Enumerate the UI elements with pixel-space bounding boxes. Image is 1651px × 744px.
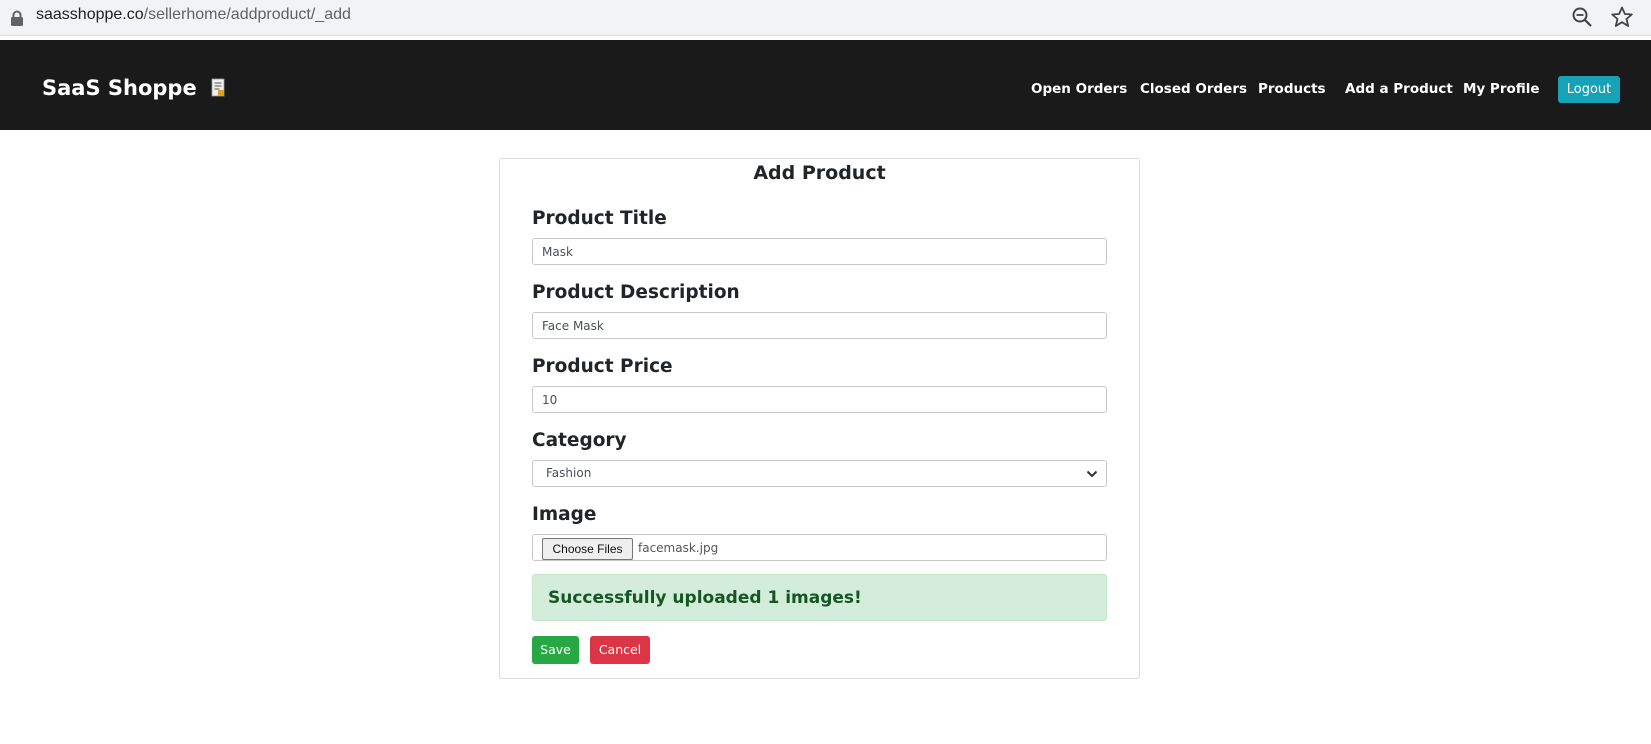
logout-button[interactable]: Logout bbox=[1558, 76, 1620, 103]
add-product-card: Add Product Product Title Product Descri… bbox=[499, 158, 1140, 679]
product-title-field[interactable] bbox=[532, 238, 1107, 265]
product-price-field[interactable] bbox=[532, 386, 1107, 413]
nav-open-orders[interactable]: Open Orders bbox=[1031, 81, 1127, 97]
save-button[interactable]: Save bbox=[532, 636, 579, 664]
success-alert: Successfully uploaded 1 images! bbox=[532, 574, 1107, 621]
image-label: Image bbox=[532, 504, 597, 525]
url-host: saasshoppe.co bbox=[36, 6, 144, 23]
product-title-input[interactable] bbox=[533, 239, 1106, 264]
zoom-out-icon[interactable] bbox=[1571, 6, 1593, 28]
product-price-input[interactable] bbox=[533, 387, 1106, 412]
category-label: Category bbox=[532, 430, 627, 451]
nav-add-a-product[interactable]: Add a Product bbox=[1345, 81, 1453, 97]
product-description-field[interactable] bbox=[532, 312, 1107, 339]
selected-file-name: facemask.jpg bbox=[638, 541, 719, 555]
product-price-label: Product Price bbox=[532, 356, 673, 377]
browser-address-bar[interactable]: saasshoppe.co/sellerhome/addproduct/_add bbox=[0, 0, 1651, 36]
product-description-label: Product Description bbox=[532, 282, 740, 303]
choose-files-button[interactable]: Choose Files bbox=[542, 538, 633, 560]
nav-my-profile[interactable]: My Profile bbox=[1463, 81, 1540, 97]
star-icon[interactable] bbox=[1610, 5, 1634, 29]
product-title-label: Product Title bbox=[532, 208, 667, 229]
lock-icon bbox=[11, 10, 23, 26]
category-selected-value: Fashion bbox=[546, 466, 592, 480]
brand-name: SaaS Shoppe bbox=[42, 76, 197, 100]
nav-closed-orders[interactable]: Closed Orders bbox=[1140, 81, 1247, 97]
receipt-icon bbox=[211, 78, 225, 97]
page-title: Add Product bbox=[753, 162, 886, 184]
category-select[interactable]: Fashion bbox=[532, 460, 1107, 487]
product-description-input[interactable] bbox=[533, 313, 1106, 338]
cancel-button[interactable]: Cancel bbox=[590, 636, 650, 664]
site-navbar: SaaS Shoppe Open Orders Closed Orders Pr… bbox=[0, 40, 1651, 130]
image-file-input[interactable]: Choose Files facemask.jpg bbox=[532, 534, 1107, 561]
chevron-down-icon bbox=[1086, 470, 1098, 478]
url-path: /sellerhome/addproduct/_add bbox=[143, 6, 351, 23]
url-text[interactable]: saasshoppe.co/sellerhome/addproduct/_add bbox=[36, 6, 351, 24]
success-message: Successfully uploaded 1 images! bbox=[548, 588, 862, 608]
nav-products[interactable]: Products bbox=[1258, 81, 1326, 97]
brand-logo[interactable]: SaaS Shoppe bbox=[42, 76, 226, 100]
